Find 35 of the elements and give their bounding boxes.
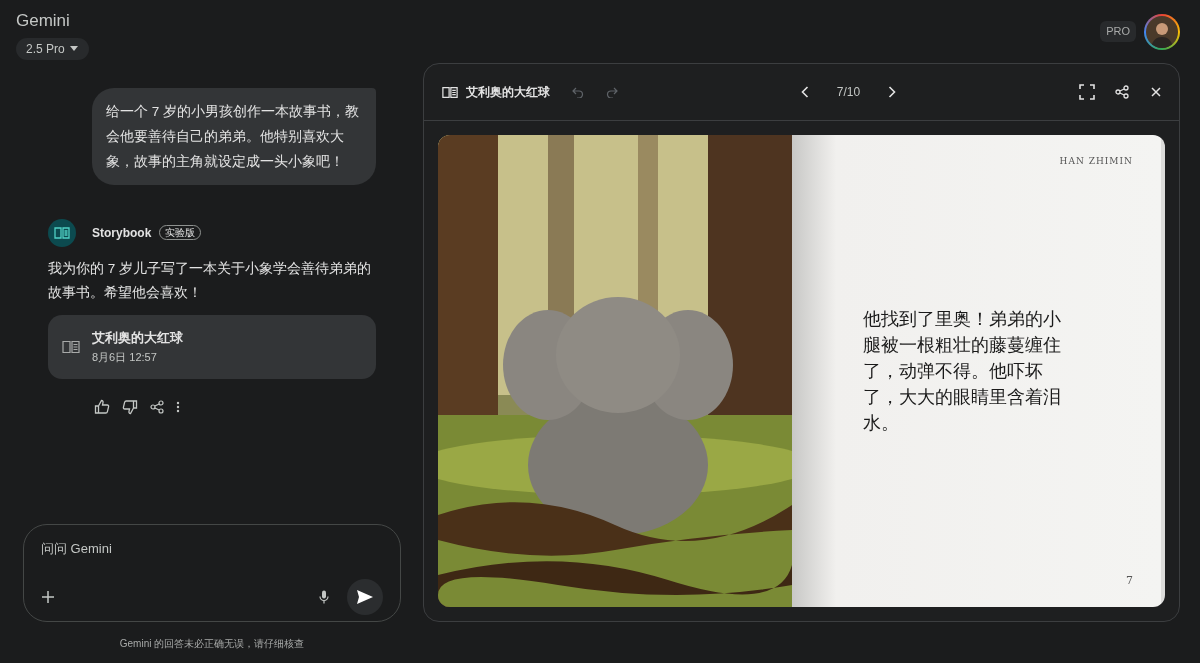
prompt-box[interactable]: 问问 Gemini	[23, 524, 401, 622]
model-selector[interactable]: 2.5 Pro	[16, 37, 89, 60]
send-button[interactable]	[347, 579, 383, 615]
previous-icon[interactable]	[800, 86, 809, 98]
thumbs-down-icon[interactable]	[122, 398, 138, 415]
avatar-icon[interactable]	[1144, 13, 1180, 50]
share-icon[interactable]	[150, 399, 164, 414]
microphone-icon[interactable]	[319, 590, 329, 604]
close-icon[interactable]	[1151, 87, 1161, 97]
next-icon[interactable]	[888, 86, 897, 98]
disclaimer-text: Gemini 的回答未必正确无误，请仔细核查	[118, 637, 306, 651]
user-message: 给一个 7 岁的小男孩创作一本故事书，教会他要善待自己的弟弟。他特别喜欢大象，故事的主角就设定成一头小象吧！	[92, 87, 376, 185]
story-title: 艾利奥的大红球	[466, 84, 550, 101]
pro-badge: PRO	[1100, 21, 1136, 42]
story-card[interactable]: 艾利奥的大红球 8月6日 12:57	[48, 314, 376, 379]
more-icon[interactable]	[176, 400, 180, 413]
card-date: 8月6日 12:57	[92, 350, 158, 365]
story-text: 他找到了里奥！弟弟的小腿被一根粗壮的藤蔓缠住了，动弹不得。他吓坏了，大大的眼睛里含着泪水。	[863, 306, 1062, 435]
thumbs-up-icon[interactable]	[94, 398, 110, 415]
book-avatar-icon	[48, 218, 76, 247]
book-icon	[62, 339, 80, 354]
card-title: 艾利奥的大红球	[92, 328, 183, 347]
plus-icon[interactable]	[41, 590, 55, 604]
page-number: 7	[1126, 572, 1133, 589]
agent-name: Storybook	[92, 224, 152, 242]
share-icon[interactable]	[1115, 85, 1129, 99]
send-icon	[357, 590, 373, 604]
caret-icon	[68, 45, 79, 52]
author-name: HAN ZHIMIN	[1059, 155, 1133, 168]
fullscreen-icon[interactable]	[1079, 84, 1095, 100]
page-indicator: 7/10	[836, 84, 861, 101]
app-title: Gemini	[16, 10, 71, 32]
book-icon	[442, 85, 458, 99]
response-text: 我为你的 7 岁儿子写了一本关于小象学会善待弟弟的故事书。希望他会喜欢！	[48, 259, 372, 302]
prompt-field[interactable]: 问问 Gemini	[41, 539, 383, 559]
